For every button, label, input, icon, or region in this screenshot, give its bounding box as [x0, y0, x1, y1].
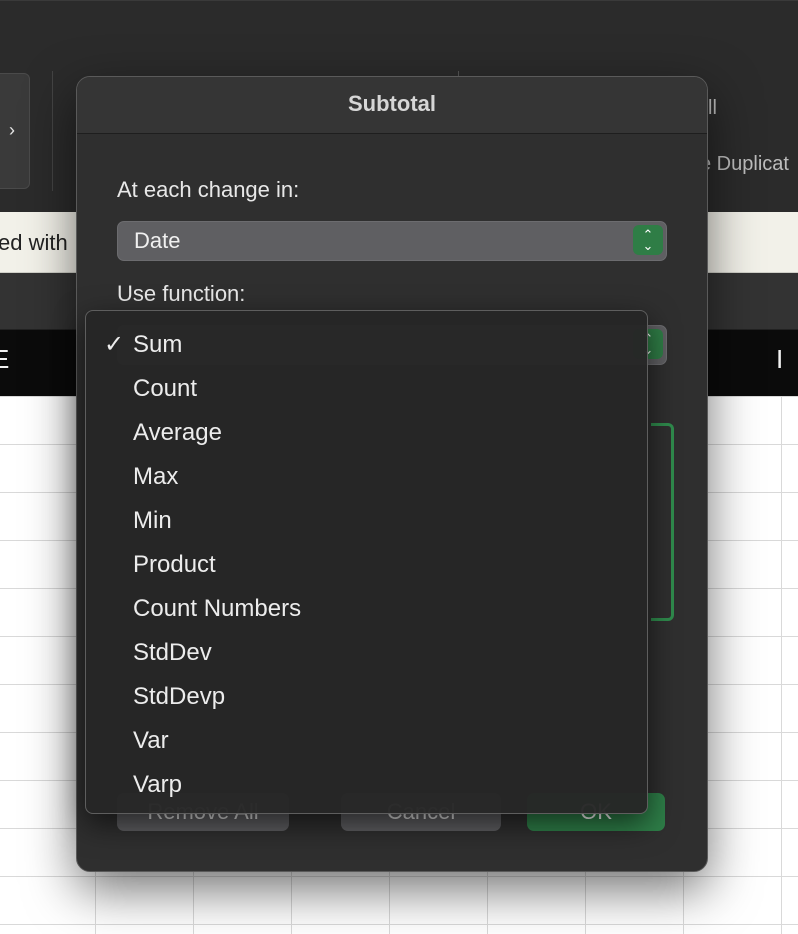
- add-subtotal-to-list[interactable]: [651, 423, 674, 621]
- menu-item-label: Varp: [133, 771, 182, 798]
- menu-item-label: Average: [133, 419, 222, 446]
- menu-item-label: Count: [133, 375, 198, 402]
- column-header-i[interactable]: I: [776, 344, 783, 375]
- function-dropdown-menu: ✓ Sum Count Average Max Min Product Coun…: [85, 310, 648, 814]
- menu-item-count[interactable]: Count: [86, 366, 647, 410]
- menu-item-label: Product: [133, 551, 216, 578]
- menu-item-label: Count Numbers: [133, 595, 302, 622]
- dialog-title: Subtotal: [348, 91, 436, 116]
- menu-item-product[interactable]: Product: [86, 542, 647, 586]
- ribbon-label-partial[interactable]: ll: [708, 97, 717, 120]
- column-header-e[interactable]: E: [0, 344, 9, 375]
- menu-item-average[interactable]: Average: [86, 410, 647, 454]
- menu-item-label: Max: [133, 463, 179, 490]
- menu-item-label: Min: [133, 507, 172, 534]
- menu-item-max[interactable]: Max: [86, 454, 647, 498]
- menu-item-var[interactable]: Var: [86, 718, 647, 762]
- menu-item-label: StdDev: [133, 639, 212, 666]
- menu-item-count-numbers[interactable]: Count Numbers: [86, 586, 647, 630]
- ribbon-divider: [52, 71, 53, 191]
- at-each-change-value: Date: [134, 228, 181, 253]
- menu-item-stddevp[interactable]: StdDevp: [86, 674, 647, 718]
- at-each-change-popup[interactable]: Date ⌃ ⌄: [117, 221, 667, 261]
- remove-duplicates-label-partial[interactable]: e Duplicat: [700, 153, 789, 176]
- use-function-label: Use function:: [117, 281, 246, 306]
- chevron-right-icon: ›: [9, 120, 15, 140]
- dialog-titlebar: Subtotal: [77, 77, 707, 134]
- menu-item-stddev[interactable]: StdDev: [86, 630, 647, 674]
- menu-item-varp[interactable]: Varp: [86, 762, 647, 806]
- menu-item-label: StdDevp: [133, 683, 226, 710]
- ribbon-scroll-button[interactable]: ›: [0, 73, 30, 189]
- at-each-change-label: At each change in:: [117, 177, 300, 202]
- menu-item-label: Sum: [133, 331, 183, 358]
- menu-item-sum[interactable]: ✓ Sum: [86, 322, 647, 366]
- menu-item-label: Var: [133, 727, 169, 754]
- message-bar-text: ed with: [0, 230, 68, 255]
- popup-stepper-icon: ⌃ ⌄: [633, 225, 663, 255]
- menu-item-min[interactable]: Min: [86, 498, 647, 542]
- checkmark-icon: ✓: [104, 331, 125, 358]
